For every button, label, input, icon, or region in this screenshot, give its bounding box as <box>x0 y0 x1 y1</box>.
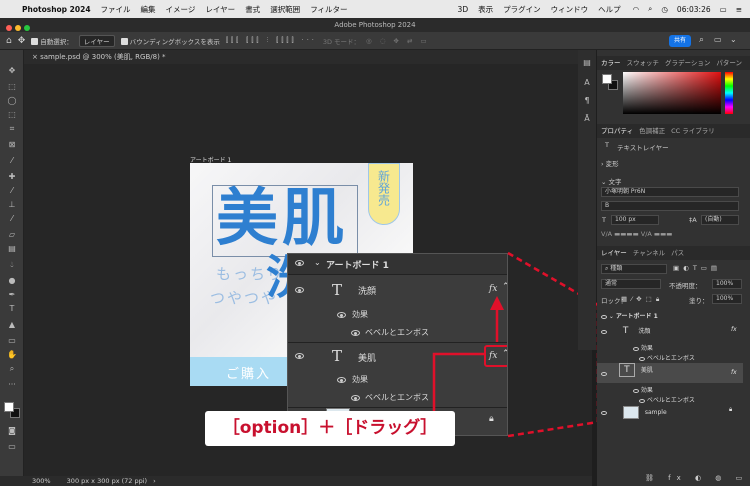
layer-kind-filter[interactable]: ⌕ 種類 <box>601 264 667 274</box>
layer-name: ベベルとエンボス <box>646 397 695 404</box>
eye-icon[interactable] <box>601 314 607 319</box>
tab-channels[interactable]: チャンネル <box>633 249 665 257</box>
eye-icon[interactable] <box>601 410 607 415</box>
right-panels: カラー スウォッチ グラデーション パターン プロパティ 色調補正 CC ライブラリ T … <box>597 50 750 486</box>
character-label: 文字 <box>608 178 622 186</box>
layer-row-bevel-1[interactable]: ベベルとエンボス <box>601 353 741 362</box>
opacity-label: 不透明度： <box>669 282 702 290</box>
glyphs-panel-icon[interactable]: Ā <box>582 114 592 124</box>
tab-gradients[interactable]: グラデーション <box>665 59 710 67</box>
layer-name: 効果 <box>640 387 653 394</box>
opacity-field[interactable]: 100% <box>712 279 742 289</box>
doc-dimensions[interactable]: 300 px x 300 px (72 ppi) <box>67 477 147 485</box>
eye-icon[interactable] <box>601 371 607 376</box>
lock-icon[interactable]: 🔒︎ <box>729 406 732 414</box>
eye-icon[interactable] <box>601 329 607 334</box>
leading-icon: ‡A <box>689 216 697 224</box>
leading-field[interactable]: (自動) <box>701 215 739 225</box>
tab-color[interactable]: カラー <box>601 59 621 67</box>
blend-mode-select[interactable]: 通常 <box>601 279 661 289</box>
layers-footer-buttons[interactable]: ⛓ fx ◐ ◍ ▭ ⊕ 🗑︎ <box>645 474 750 482</box>
layer-row-artboard[interactable]: ⌄ アートボード 1 <box>601 311 741 320</box>
layers-panel-tabs: レイヤー チャンネル パス <box>597 246 750 260</box>
fx-icon[interactable]: fx <box>731 326 737 333</box>
panel-dock-icons: ▤ A ¶ Ā <box>578 50 596 350</box>
transform-label: 変形 <box>605 160 619 168</box>
font-family-select[interactable]: 小塚明朝 Pr6N <box>601 187 739 197</box>
layer-name: 効果 <box>640 345 653 352</box>
text-layer-icon: T <box>622 326 629 336</box>
tab-paths[interactable]: パス <box>671 249 684 257</box>
tab-properties[interactable]: プロパティ <box>601 127 633 135</box>
properties-panel-tabs: プロパティ 色調補正 CC ライブラリ <box>597 124 750 138</box>
eye-icon[interactable] <box>633 388 639 393</box>
fg-bg-swatch[interactable] <box>602 74 618 90</box>
layer-name: ベベルとエンボス <box>646 355 695 362</box>
kerning-row[interactable]: V/A ▬▬▬▬ V/A ▬▬▬ <box>601 230 672 238</box>
status-bar: 300% 300 px x 300 px (72 ppi) › <box>0 476 592 486</box>
layer-thumbnail <box>622 406 639 419</box>
fx-icon[interactable]: fx <box>731 369 737 376</box>
tab-layers[interactable]: レイヤー <box>601 249 627 257</box>
zoom-level[interactable]: 300% <box>32 477 51 485</box>
layer-name: sample <box>644 409 667 416</box>
font-size-icon: T <box>602 216 606 224</box>
tab-libraries[interactable]: CC ライブラリ <box>671 127 715 135</box>
eye-icon[interactable] <box>639 398 645 403</box>
layer-row-beauty[interactable]: T 美肌 fx <box>597 363 743 383</box>
tab-patterns[interactable]: パターン <box>716 59 742 67</box>
layer-row-wash[interactable]: T 洗顔 fx <box>601 326 741 342</box>
eye-icon[interactable] <box>639 356 645 361</box>
layer-row-effects-1[interactable]: 効果 <box>601 343 741 352</box>
hue-slider[interactable] <box>725 72 733 114</box>
eye-icon[interactable] <box>633 346 639 351</box>
layer-name: アートボード 1 <box>615 313 658 320</box>
lock-icons[interactable]: ▦⁄✥⬚🔒︎ <box>621 295 663 304</box>
tab-adjustments[interactable]: 色調補正 <box>639 127 665 135</box>
text-layer-icon: T <box>618 363 635 377</box>
shortcut-callout: ［option］＋［ドラッグ］ <box>205 411 455 446</box>
layer-kind-label: 種類 <box>610 265 623 272</box>
layer-row-bevel-2[interactable]: ベベルとエンボス <box>601 395 741 404</box>
layer-row-sample[interactable]: sample 🔒︎ <box>601 406 741 424</box>
chevron-right-icon[interactable]: › <box>153 477 156 485</box>
color-panel-tabs: カラー スウォッチ グラデーション パターン <box>597 56 750 70</box>
fill-label: 塗り： <box>689 297 709 305</box>
text-layer-icon: T <box>605 141 609 149</box>
color-picker-field[interactable] <box>623 72 721 114</box>
text-layer-label: テキストレイヤー <box>617 144 669 152</box>
character-panel-icon[interactable]: A <box>582 78 592 88</box>
layer-row-effects-2[interactable]: 効果 <box>601 385 741 394</box>
history-panel-icon[interactable]: ▤ <box>582 58 592 68</box>
layer-name: 美肌 <box>640 366 653 374</box>
tab-swatches[interactable]: スウォッチ <box>627 59 660 67</box>
layer-filter-icons[interactable]: ▣◐T▭▤ <box>673 264 721 272</box>
layer-name: 洗顔 <box>638 328 651 335</box>
font-style-select[interactable]: B <box>601 201 739 211</box>
font-size-field[interactable]: 100 px <box>611 215 659 225</box>
transform-section[interactable]: › 変形 <box>601 158 619 168</box>
paragraph-panel-icon[interactable]: ¶ <box>582 96 592 106</box>
character-section[interactable]: ⌄ 文字 <box>601 176 622 186</box>
fill-field[interactable]: 100% <box>712 294 742 304</box>
